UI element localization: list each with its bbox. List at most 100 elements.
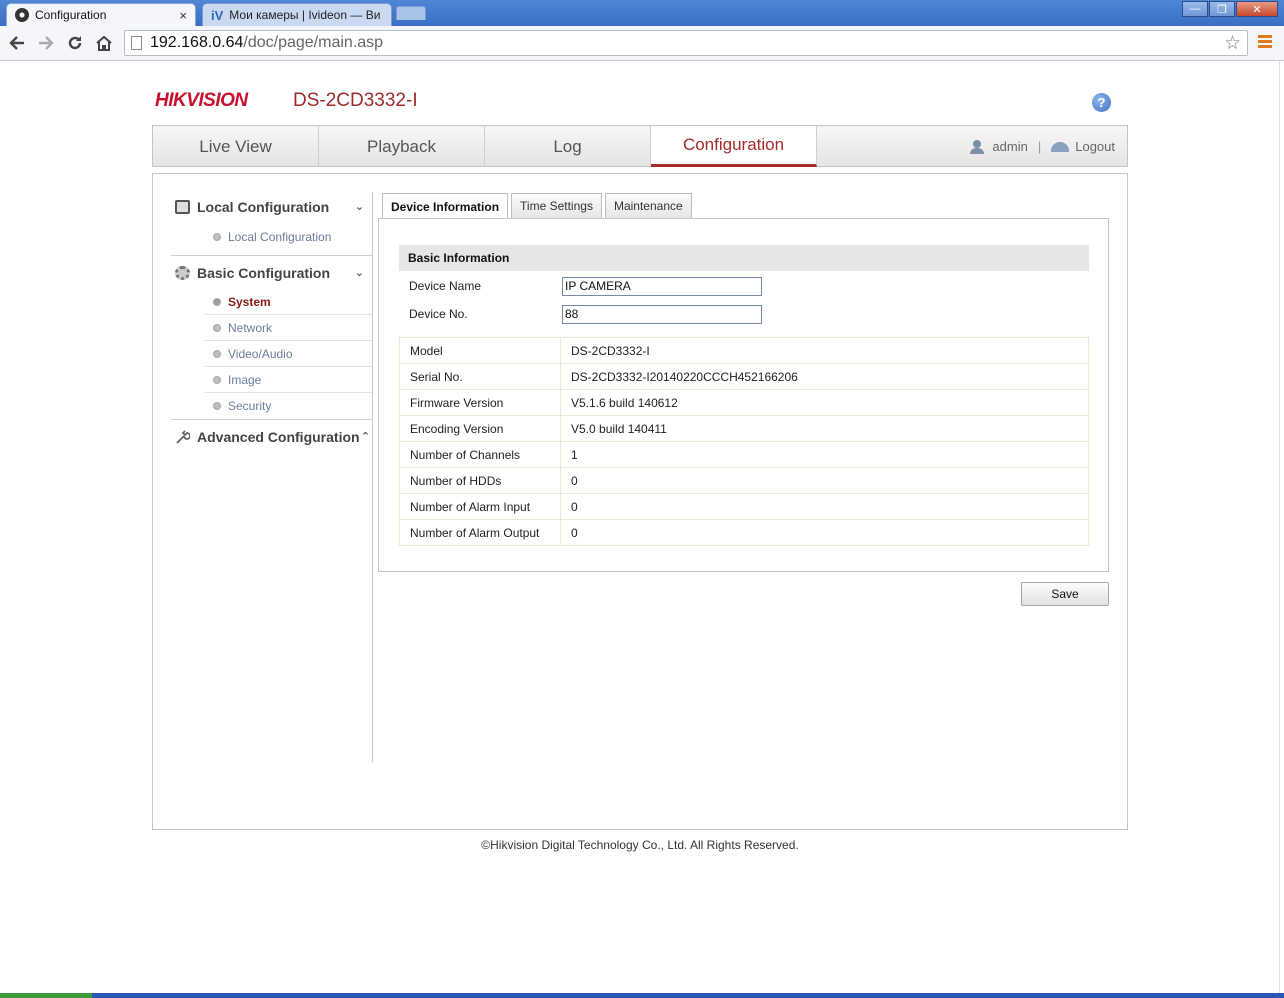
url-path: /doc/page/main.asp (243, 34, 384, 51)
basic-information-heading: Basic Information (399, 245, 1089, 271)
info-value: DS-2CD3332-I20140220CCCH452166206 (560, 363, 1089, 390)
sidebar-item-network[interactable]: Network (205, 315, 372, 341)
bookmark-star-icon[interactable]: ☆ (1224, 32, 1241, 55)
forward-arrow-icon[interactable] (35, 32, 57, 54)
home-icon[interactable] (93, 32, 115, 54)
os-taskbar (0, 993, 1284, 998)
device-name-input[interactable] (562, 276, 762, 296)
info-value: DS-2CD3332-I (560, 337, 1089, 364)
gear-icon (175, 266, 190, 280)
main-navigation: Live View Playback Log Configuration adm… (152, 125, 1128, 167)
tab-maintenance[interactable]: Maintenance (604, 193, 692, 218)
config-sidebar: Local Configuration ⌄ Local Configuratio… (171, 190, 372, 453)
info-label: Serial No. (399, 363, 561, 390)
logout-link[interactable]: Logout (1075, 139, 1115, 154)
section-title: Local Configuration (197, 199, 330, 215)
bullet-icon (213, 349, 221, 358)
info-label: Number of Channels (399, 441, 561, 468)
device-model-title: DS-2CD3332-I (293, 90, 418, 111)
sidebar-item-video-audio[interactable]: Video/Audio (205, 341, 372, 367)
info-label: Firmware Version (399, 389, 561, 416)
info-label: Number of Alarm Output (399, 519, 561, 546)
hikvision-logo: HIKVISION (155, 90, 248, 111)
browser-titlebar: Configuration × iV Мои камеры | Ivideon … (0, 0, 1284, 26)
table-row: Firmware Version V5.1.6 build 140612 (399, 389, 1089, 416)
table-row: Serial No. DS-2CD3332-I20140220CCCH452166… (399, 363, 1089, 390)
back-arrow-icon[interactable] (6, 32, 28, 54)
sidebar-divider (372, 192, 373, 762)
page-scrollbar[interactable] (1279, 61, 1284, 994)
browser-menu-icon[interactable] (1258, 35, 1272, 50)
browser-tab-configuration[interactable]: Configuration × (6, 3, 196, 26)
sidebar-item-label: Local Configuration (228, 230, 332, 244)
table-row: Encoding Version V5.0 build 140411 (399, 415, 1089, 442)
device-information-panel: Basic Information Device Name Device No.… (378, 218, 1109, 572)
chevron-down-icon[interactable]: ⌄ (355, 266, 364, 279)
sidebar-item-image[interactable]: Image (205, 367, 372, 393)
sidebar-section-advanced-configuration[interactable]: Advanced Configuration ⌃ (171, 419, 372, 453)
config-content: Local Configuration ⌄ Local Configuratio… (152, 173, 1128, 830)
wrench-icon (175, 430, 191, 444)
info-label: Number of HDDs (399, 467, 561, 494)
nav-playback[interactable]: Playback (319, 126, 485, 167)
section-title: Advanced Configuration (197, 428, 360, 445)
sidebar-item-security[interactable]: Security (205, 393, 372, 419)
logout-icon[interactable] (1051, 141, 1070, 152)
device-info-table: Model DS-2CD3332-I Serial No. DS-2CD3332-I… (399, 337, 1089, 546)
device-no-label: Device No. (409, 307, 468, 321)
bullet-icon (213, 297, 221, 306)
browser-tab-label: Мои камеры | Ivideon — Ви (229, 8, 381, 22)
close-tab-icon[interactable]: × (179, 8, 187, 23)
table-row: Number of Alarm Input 0 (399, 493, 1089, 520)
browser-toolbar: 192.168.0.64/doc/page/main.asp ☆ (0, 26, 1284, 61)
section-title: Basic Configuration (197, 264, 331, 281)
new-tab-button[interactable] (396, 6, 426, 20)
sidebar-item-label: Network (228, 320, 273, 335)
info-label: Number of Alarm Input (399, 493, 561, 520)
restore-button[interactable]: ❐ (1209, 1, 1235, 17)
bullet-icon (213, 402, 221, 410)
browser-tab-label: Configuration (35, 8, 107, 22)
address-bar[interactable]: 192.168.0.64/doc/page/main.asp ☆ (124, 30, 1248, 56)
info-value: 0 (560, 493, 1089, 520)
sidebar-item-label: Security (228, 399, 272, 413)
nav-configuration[interactable]: Configuration (651, 126, 817, 167)
info-value: 0 (560, 519, 1089, 546)
help-icon[interactable]: ? (1092, 93, 1111, 112)
page-icon (131, 36, 142, 50)
info-value: V5.0 build 140411 (560, 415, 1089, 442)
start-button[interactable] (0, 993, 92, 998)
nav-live-view[interactable]: Live View (153, 126, 319, 167)
save-button[interactable]: Save (1021, 582, 1109, 606)
reload-icon[interactable] (64, 32, 86, 54)
device-no-input[interactable] (562, 304, 762, 324)
username: admin (992, 139, 1028, 154)
chevron-down-icon[interactable]: ⌄ (355, 200, 364, 213)
info-value: 0 (560, 467, 1089, 494)
tab-device-information[interactable]: Device Information (382, 193, 509, 219)
user-area: admin | Logout (970, 126, 1115, 167)
table-row: Model DS-2CD3332-I (399, 337, 1089, 364)
copyright-footer: ©Hikvision Digital Technology Co., Ltd. … (481, 838, 799, 852)
hikvision-favicon-icon (15, 8, 29, 22)
bullet-icon (213, 323, 221, 332)
url-host: 192.168.0.64 (150, 34, 244, 51)
device-name-label: Device Name (409, 279, 482, 293)
user-icon (970, 139, 985, 154)
browser-tab-ivideon[interactable]: iV Мои камеры | Ivideon — Ви (202, 3, 392, 26)
info-label: Encoding Version (399, 415, 561, 442)
sidebar-item-local-configuration[interactable]: Local Configuration (205, 224, 372, 250)
sidebar-section-basic-configuration[interactable]: Basic Configuration ⌄ (171, 255, 372, 289)
minimize-button[interactable]: — (1182, 1, 1208, 17)
sidebar-item-system[interactable]: System (205, 289, 372, 315)
device-no-row: Device No. (409, 304, 762, 324)
info-value: V5.1.6 build 140612 (560, 389, 1089, 416)
window-close-button[interactable]: ✕ (1236, 1, 1278, 17)
sidebar-section-local-configuration[interactable]: Local Configuration ⌄ (171, 190, 372, 224)
table-row: Number of Alarm Output 0 (399, 519, 1089, 546)
nav-log[interactable]: Log (485, 126, 651, 167)
table-row: Number of HDDs 0 (399, 467, 1089, 494)
tab-time-settings[interactable]: Time Settings (511, 193, 602, 218)
chevron-up-icon[interactable]: ⌃ (361, 430, 370, 443)
monitor-icon (175, 200, 190, 214)
